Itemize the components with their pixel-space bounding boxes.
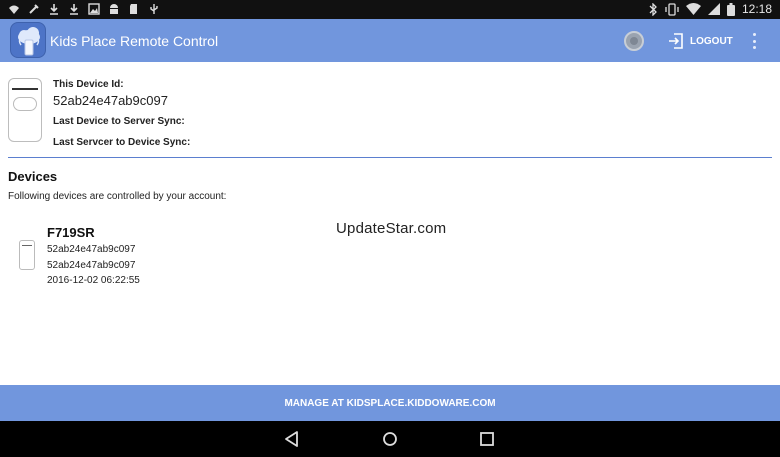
bluetooth-icon <box>649 2 657 16</box>
device-phone-icon <box>19 240 35 270</box>
devices-subtitle: Following devices are controlled by your… <box>8 191 227 202</box>
battery-icon <box>726 2 735 16</box>
logout-icon <box>669 33 683 49</box>
recents-icon[interactable] <box>478 430 496 448</box>
home-icon[interactable] <box>381 430 399 448</box>
watermark-text: UpdateStar.com <box>336 220 447 237</box>
logout-button[interactable]: LOGOUT <box>668 30 733 52</box>
device-id-line-1: 52ab24e47ab9c097 <box>47 244 136 255</box>
device-id-label: This Device Id: <box>53 79 124 90</box>
app-bar: Kids Place Remote Control LOGOUT <box>0 19 780 62</box>
this-device-icon <box>8 78 42 142</box>
android-icon <box>110 4 118 14</box>
sync-button[interactable] <box>624 31 644 51</box>
logout-label: LOGOUT <box>690 35 733 47</box>
section-divider <box>8 157 772 158</box>
last-server-to-device-label: Last Servcer to Device Sync: <box>53 137 191 148</box>
sd-card-icon <box>130 4 137 14</box>
overflow-menu-icon[interactable] <box>748 31 760 51</box>
manage-link[interactable]: MANAGE AT KIDSPLACE.KIDDOWARE.COM <box>0 385 780 421</box>
wifi-icon <box>685 3 701 15</box>
last-device-to-server-label: Last Device to Server Sync: <box>53 116 185 127</box>
signal-icon <box>707 3 720 15</box>
status-notification-icons <box>8 3 160 15</box>
device-name: F719SR <box>47 225 95 240</box>
app-logo-graphic <box>18 27 40 56</box>
app-title: Kids Place Remote Control <box>50 33 219 49</box>
status-system-icons: 12:18 <box>648 2 772 16</box>
device-cloud-graphic <box>13 97 37 111</box>
status-time: 12:18 <box>741 2 772 16</box>
device-timestamp: 2016-12-02 06:22:55 <box>47 275 140 286</box>
image-icon <box>88 3 100 15</box>
cloud-phone-icon <box>10 22 46 58</box>
devices-title: Devices <box>8 169 58 184</box>
download-icon <box>70 4 78 15</box>
navigation-bar <box>0 421 780 457</box>
usb-icon <box>150 4 158 14</box>
device-id-line-2: 52ab24e47ab9c097 <box>47 260 136 271</box>
bottom-bar: MANAGE AT KIDSPLACE.KIDDOWARE.COM <box>0 385 780 421</box>
vibrate-icon <box>665 2 679 16</box>
back-icon[interactable] <box>283 430 301 448</box>
status-bar: 12:18 <box>0 0 780 19</box>
tools-icon <box>29 4 39 14</box>
device-id-value: 52ab24e47ab9c097 <box>53 93 168 108</box>
wifi-plus-icon <box>9 5 19 14</box>
device-screen-bar <box>12 88 38 90</box>
download-icon <box>50 4 58 15</box>
